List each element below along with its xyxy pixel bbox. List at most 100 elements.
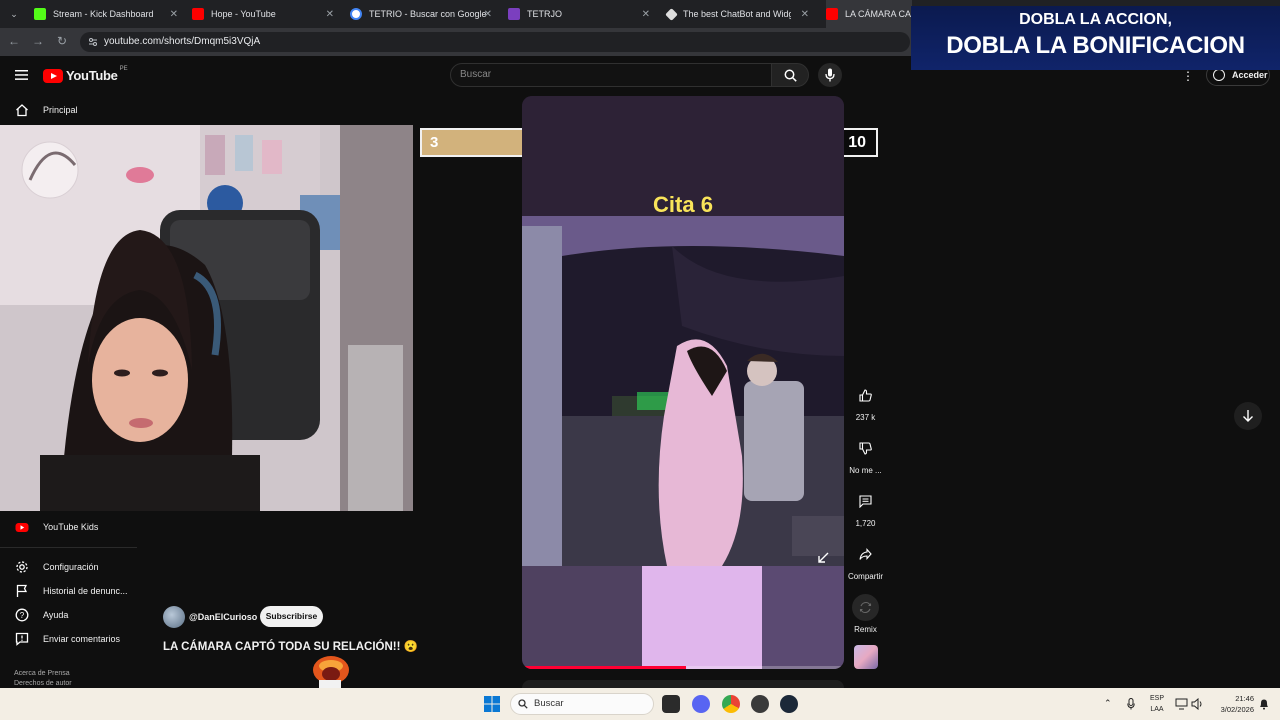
- promo-banner: DOBLA LA ACCION, DOBLA LA BONIFICACION: [911, 6, 1280, 70]
- kick-favicon-icon: [34, 8, 46, 20]
- promo-line-2: DOBLA LA BONIFICACION: [946, 32, 1245, 59]
- search-icon: [784, 69, 797, 82]
- sidebar-item-youtube-kids[interactable]: YouTube Kids: [0, 516, 137, 538]
- tab-label: Hope - YouTube: [211, 9, 276, 19]
- video-progress-fill: [522, 666, 687, 669]
- like-count: 237 k: [855, 413, 876, 422]
- video-title: LA CÁMARA CAPTÓ TODA SU RELACIÓN!! 😮: [163, 641, 418, 653]
- windows-start-icon[interactable]: [484, 696, 500, 712]
- arrow-down-icon: [1243, 410, 1253, 422]
- flag-icon: [16, 584, 28, 597]
- youtube-kids-icon: [15, 523, 29, 532]
- audio-source-thumbnail[interactable]: [854, 645, 878, 669]
- share-arrow-icon: [859, 548, 872, 560]
- reload-icon[interactable]: ↻: [54, 34, 70, 48]
- youtube-favicon-icon: [826, 8, 838, 20]
- site-info-icon[interactable]: [88, 37, 98, 47]
- remix-label: Remix: [854, 625, 877, 634]
- home-icon: [16, 104, 28, 117]
- sidebar-item-feedback[interactable]: Enviar comentarios: [0, 628, 137, 650]
- microphone-icon[interactable]: [1127, 698, 1135, 710]
- close-tab-icon[interactable]: ✕: [170, 9, 178, 20]
- subscribe-button[interactable]: Subscribirse: [260, 606, 323, 627]
- short-video-player[interactable]: Cita 6: [522, 96, 844, 669]
- chrome-icon[interactable]: [722, 695, 740, 713]
- webcam-overlay: [0, 125, 413, 511]
- sidebar-footer-links: Acerca de Prensa Derechos de autor: [14, 669, 72, 689]
- search-icon: [518, 699, 528, 709]
- share-button[interactable]: [852, 541, 879, 568]
- sidebar-item-help[interactable]: ? Ayuda: [0, 604, 137, 626]
- volume-icon[interactable]: [1191, 698, 1204, 710]
- search-input[interactable]: Buscar: [450, 63, 772, 87]
- like-button[interactable]: [852, 382, 879, 409]
- more-options-icon[interactable]: ⋮: [1182, 68, 1194, 84]
- tab-label: LA CÁMARA CAPTÓ: [845, 9, 912, 19]
- help-icon: ?: [15, 608, 29, 622]
- notification-bell-icon[interactable]: [1258, 698, 1270, 710]
- task-view-icon[interactable]: [662, 695, 680, 713]
- video-progress-bar[interactable]: [522, 666, 844, 669]
- remix-icon: [859, 601, 872, 614]
- input-language-indicator[interactable]: ESP LAA: [1146, 693, 1168, 715]
- collapse-arrow-icon[interactable]: [816, 551, 830, 565]
- microphone-icon: [825, 68, 835, 82]
- close-tab-icon[interactable]: ✕: [642, 9, 650, 20]
- close-tab-icon[interactable]: ✕: [484, 9, 492, 20]
- dislike-button[interactable]: [852, 435, 879, 462]
- taskbar-search-box[interactable]: Buscar: [510, 693, 654, 715]
- sidebar-item-report-history[interactable]: Historial de denunc...: [0, 580, 137, 602]
- tab-label: TETRJO: [527, 9, 562, 19]
- tab-youtube-hope[interactable]: Hope - YouTube ✕: [192, 0, 334, 28]
- tab-chatbot-widgets[interactable]: The best ChatBot and Widgets ✕: [665, 0, 809, 28]
- tab-google-search[interactable]: TETRIO - Buscar con Google ✕: [350, 0, 492, 28]
- svg-text:?: ?: [20, 611, 25, 620]
- voice-search-button[interactable]: [818, 63, 842, 87]
- forward-arrow-icon[interactable]: →: [30, 34, 46, 48]
- tab-kick-dashboard[interactable]: Stream - Kick Dashboard ✕: [34, 0, 178, 28]
- back-arrow-icon[interactable]: ←: [6, 34, 22, 48]
- sign-in-label: Acceder: [1232, 70, 1268, 80]
- sidebar-item-label: Historial de denunc...: [43, 586, 128, 596]
- clock-time: 21:46: [1235, 694, 1254, 703]
- sidebar-item-home[interactable]: Principal: [0, 99, 137, 121]
- remix-button[interactable]: [852, 594, 879, 621]
- sidebar-item-label: Principal: [43, 105, 78, 115]
- menu-hamburger-icon[interactable]: [15, 69, 28, 81]
- sidebar-item-label: Configuración: [43, 562, 99, 572]
- dislike-label: No me ...: [849, 466, 882, 475]
- mascot-sticker-image: [313, 656, 349, 688]
- clock-date: 3/02/2026: [1220, 705, 1254, 714]
- thumbs-up-icon: [859, 389, 872, 402]
- network-icon[interactable]: [1175, 698, 1188, 710]
- promo-line-1: DOBLA LA ACCION,: [1019, 11, 1172, 28]
- country-code: PE: [119, 65, 128, 72]
- tab-tetrio[interactable]: TETRJO ✕: [508, 0, 650, 28]
- sidebar-item-settings[interactable]: Configuración: [0, 556, 137, 578]
- chatbot-favicon-icon: [665, 7, 678, 21]
- keyboard-layout-code: LAA: [1150, 706, 1164, 713]
- close-tab-icon[interactable]: ✕: [326, 9, 334, 20]
- search-button[interactable]: [771, 63, 809, 87]
- tab-label: TETRIO - Buscar con Google: [369, 9, 487, 19]
- discord-icon[interactable]: [692, 695, 710, 713]
- score-right-value: 10: [848, 134, 866, 151]
- tab-search-dropdown-icon[interactable]: ⌄: [6, 6, 22, 22]
- youtube-logo[interactable]: YouTube PE: [43, 65, 128, 83]
- close-tab-icon[interactable]: ✕: [801, 9, 809, 20]
- next-video-button[interactable]: [1234, 402, 1262, 430]
- comment-count: 1,720: [855, 519, 876, 528]
- steam-icon[interactable]: [780, 695, 798, 713]
- channel-avatar[interactable]: [163, 606, 185, 628]
- system-clock[interactable]: 21:46 3/02/2026: [1208, 693, 1254, 715]
- url-text: youtube.com/shorts/Dmqm5i3VQjA: [104, 36, 261, 47]
- footer-about-press[interactable]: Acerca de Prensa: [14, 669, 72, 679]
- obs-icon[interactable]: [751, 695, 769, 713]
- channel-name[interactable]: @DanElCurioso: [189, 612, 257, 622]
- url-field[interactable]: youtube.com/shorts/Dmqm5i3VQjA: [80, 32, 910, 52]
- tab-active-short[interactable]: LA CÁMARA CAPTÓ: [826, 0, 912, 28]
- sidebar-item-label: Enviar comentarios: [43, 634, 121, 644]
- comments-button[interactable]: [852, 488, 879, 515]
- share-label: Compartir: [847, 572, 884, 581]
- tray-overflow-chevron-icon[interactable]: ⌃: [1104, 698, 1112, 709]
